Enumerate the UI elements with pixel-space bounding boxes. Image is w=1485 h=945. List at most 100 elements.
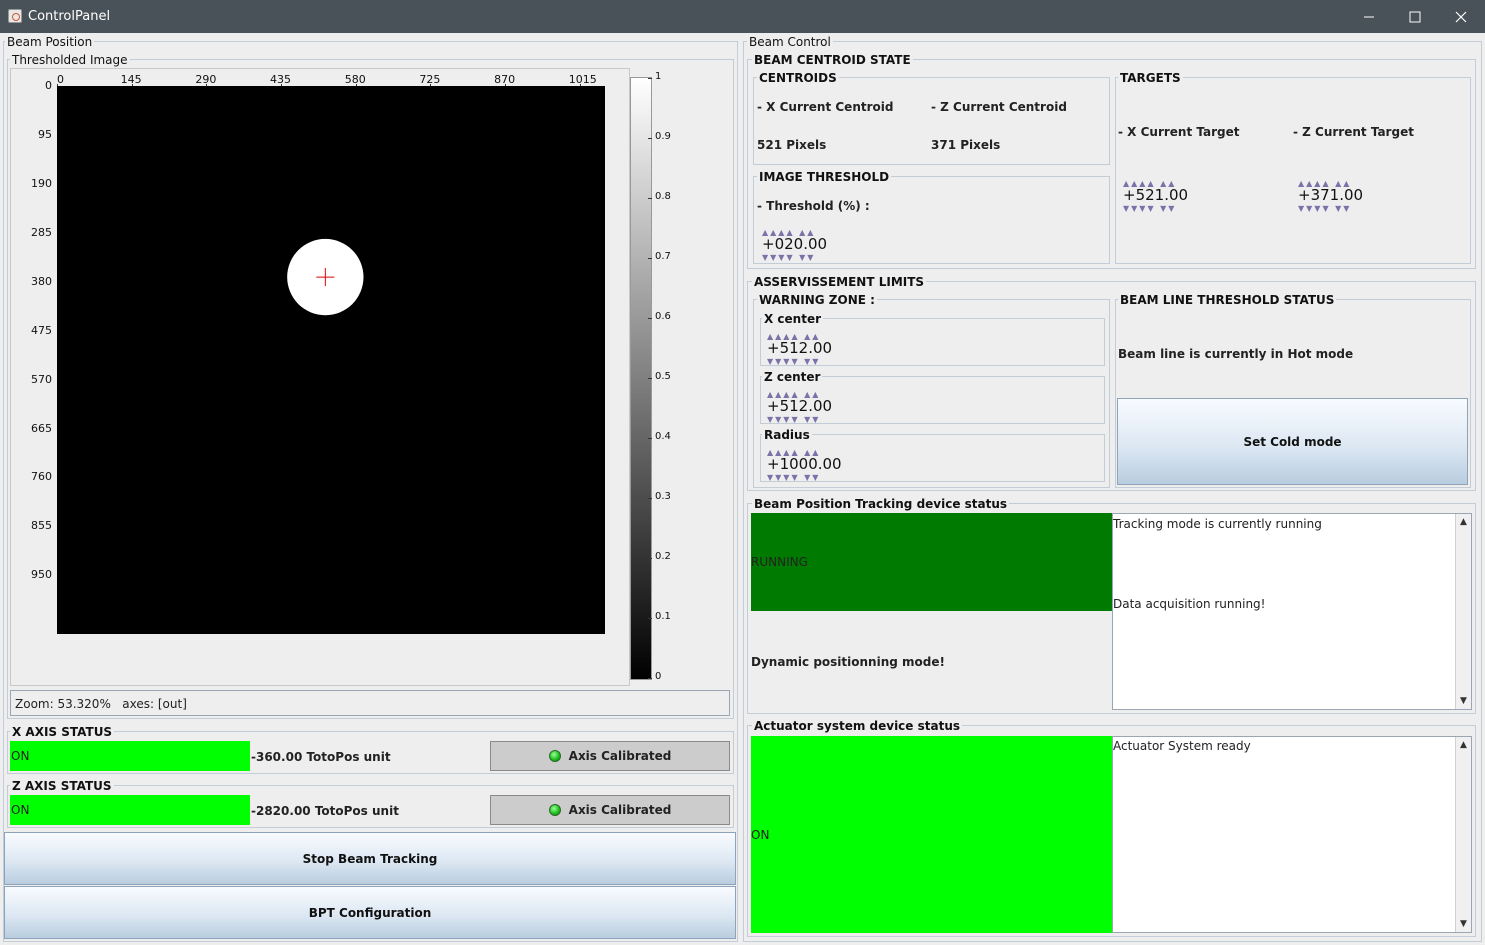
x-tick-label: 1015 xyxy=(568,73,597,86)
y-tick-label: 0 xyxy=(45,79,52,92)
colorbar-tick-mark xyxy=(648,498,652,499)
spinner-down-arrows-icon[interactable]: ▼▼▼▼ ▼▼ xyxy=(1298,205,1351,213)
scroll-down-icon[interactable]: ▼ xyxy=(1456,693,1471,709)
beam-position-title: Beam Position xyxy=(5,35,95,49)
y-tick-label: 950 xyxy=(31,568,52,582)
thresholded-image[interactable] xyxy=(57,86,605,634)
x-current-target-label: - X Current Target xyxy=(1118,125,1240,139)
colorbar-tick-label: 0.3 xyxy=(655,491,671,502)
x-current-centroid-value: 521 Pixels xyxy=(757,138,827,152)
colorbar-tick-label: 1 xyxy=(655,71,662,82)
radius-spinner[interactable]: ▲▲▲▲ ▲▲ +1000.00 ▼▼▼▼ ▼▼ xyxy=(767,449,847,482)
threshold-value[interactable]: +020.00 xyxy=(762,235,827,253)
z-axis-state-indicator: ON xyxy=(10,795,250,825)
z-target-value[interactable]: +371.00 xyxy=(1298,186,1363,204)
z-center-value[interactable]: +512.00 xyxy=(767,397,832,415)
asservissement-limits-title: ASSERVISSEMENT LIMITS xyxy=(752,275,927,289)
x-center-spinner[interactable]: ▲▲▲▲ ▲▲ +512.00 ▼▼▼▼ ▼▼ xyxy=(767,333,847,366)
y-tick-label: 95 xyxy=(38,127,52,141)
z-current-centroid-value: 371 Pixels xyxy=(931,138,1001,152)
colorbar-tick-mark xyxy=(648,138,652,139)
colorbar-tick-label: 0.4 xyxy=(655,431,671,442)
x-target-spinner[interactable]: ▲▲▲▲ ▲▲ +521.00 ▼▼▼▼ ▼▼ xyxy=(1123,180,1203,213)
tracking-log-scrollbar[interactable]: ▲ ▼ xyxy=(1455,514,1471,709)
y-tick-label: 665 xyxy=(31,421,52,435)
x-axis-state-indicator: ON xyxy=(10,741,250,771)
maximize-button[interactable] xyxy=(1392,0,1438,33)
z-axis-calibrated-button[interactable]: Axis Calibrated xyxy=(490,795,730,825)
spinner-down-arrows-icon[interactable]: ▼▼▼▼ ▼▼ xyxy=(767,358,820,366)
radius-label: Radius xyxy=(762,428,812,442)
colorbar-tick-label: 0.9 xyxy=(655,131,671,142)
x-axis-calibrated-label: Axis Calibrated xyxy=(568,749,672,763)
image-threshold-title: IMAGE THRESHOLD xyxy=(757,170,892,184)
x-axis-position: -360.00 TotoPos unit xyxy=(251,750,391,764)
tracking-log-line: Data acquisition running! xyxy=(1113,597,1266,611)
stop-beam-tracking-button[interactable]: Stop Beam Tracking xyxy=(4,832,736,885)
colorbar-tick-mark xyxy=(648,678,652,679)
spinner-down-arrows-icon[interactable]: ▼▼▼▼ ▼▼ xyxy=(767,416,820,424)
tracking-device-status-title: Beam Position Tracking device status xyxy=(752,497,1010,511)
colorbar-tick-mark xyxy=(648,258,652,259)
beam-spot-overlay xyxy=(287,238,364,316)
z-current-target-label: - Z Current Target xyxy=(1293,125,1414,139)
targets-panel xyxy=(1115,77,1471,264)
colorbar-tick-mark xyxy=(648,618,652,619)
minimize-button[interactable] xyxy=(1346,0,1392,33)
colorbar-tick-mark xyxy=(648,558,652,559)
scroll-up-icon[interactable]: ▲ xyxy=(1456,514,1471,530)
thresholded-image-title: Thresholded Image xyxy=(10,53,130,67)
tracking-state-text: RUNNING xyxy=(751,555,808,569)
minimize-icon xyxy=(1364,16,1374,17)
z-target-spinner[interactable]: ▲▲▲▲ ▲▲ +371.00 ▼▼▼▼ ▼▼ xyxy=(1298,180,1378,213)
colorbar-tick-label: 0.5 xyxy=(655,371,671,382)
z-axis-state-text: ON xyxy=(11,803,30,817)
radius-value[interactable]: +1000.00 xyxy=(767,455,842,473)
tracking-mode-text: Dynamic positionning mode! xyxy=(751,655,945,669)
spinner-down-arrows-icon[interactable]: ▼▼▼▼ ▼▼ xyxy=(762,254,815,262)
tracking-state-indicator: RUNNING xyxy=(751,513,1112,611)
close-icon xyxy=(1455,11,1467,22)
x-center-value[interactable]: +512.00 xyxy=(767,339,832,357)
bpt-configuration-label: BPT Configuration xyxy=(308,905,432,920)
y-tick-label: 760 xyxy=(31,470,52,484)
window-titlebar: ControlPanel xyxy=(0,0,1485,33)
actuator-log-scrollbar[interactable]: ▲ ▼ xyxy=(1455,737,1471,932)
colorbar-tick-label: 0.2 xyxy=(655,551,671,562)
x-center-label: X center xyxy=(762,312,824,326)
colorbar-tick-label: 0.6 xyxy=(655,311,671,322)
actuator-state-text: ON xyxy=(751,828,770,842)
x-axis-calibrated-button[interactable]: Axis Calibrated xyxy=(490,741,730,771)
colorbar-tick-mark xyxy=(648,318,652,319)
close-button[interactable] xyxy=(1438,0,1484,33)
tracking-log-line: Tracking mode is currently running xyxy=(1113,517,1322,531)
z-center-spinner[interactable]: ▲▲▲▲ ▲▲ +512.00 ▼▼▼▼ ▼▼ xyxy=(767,391,847,424)
zoom-status-box: Zoom: 53.320% axes: [out] xyxy=(10,690,730,716)
scroll-up-icon[interactable]: ▲ xyxy=(1456,737,1471,753)
actuator-device-status-title: Actuator system device status xyxy=(752,719,963,733)
threshold-spinner[interactable]: ▲▲▲▲ ▲▲ +020.00 ▼▼▼▼ ▼▼ xyxy=(762,229,842,262)
set-cold-mode-button[interactable]: Set Cold mode xyxy=(1117,398,1468,485)
spinner-down-arrows-icon[interactable]: ▼▼▼▼ ▼▼ xyxy=(1123,205,1176,213)
colorbar-tick-label: 0.7 xyxy=(655,251,671,262)
scroll-down-icon[interactable]: ▼ xyxy=(1456,916,1471,932)
y-tick-label: 190 xyxy=(31,176,52,190)
window-title: ControlPanel xyxy=(28,9,111,24)
z-axis-calibrated-label: Axis Calibrated xyxy=(568,803,672,817)
y-tick-label: 570 xyxy=(31,372,52,386)
java-app-icon xyxy=(8,9,22,23)
bpt-configuration-button[interactable]: BPT Configuration xyxy=(4,886,736,939)
z-axis-status-title: Z AXIS STATUS xyxy=(10,779,114,793)
y-tick-label: 855 xyxy=(31,519,52,533)
tracking-log-textarea[interactable]: Tracking mode is currently running Data … xyxy=(1112,513,1472,710)
x-target-value[interactable]: +521.00 xyxy=(1123,186,1188,204)
y-tick-label: 475 xyxy=(31,323,52,337)
beam-line-status-text: Beam line is currently in Hot mode xyxy=(1118,347,1354,361)
maximize-icon xyxy=(1409,11,1421,22)
spinner-down-arrows-icon[interactable]: ▼▼▼▼ ▼▼ xyxy=(767,474,820,482)
z-current-centroid-label: - Z Current Centroid xyxy=(931,100,1067,114)
colorbar-tick-label: 0 xyxy=(655,671,662,682)
actuator-log-textarea[interactable]: Actuator System ready ▲ ▼ xyxy=(1112,736,1472,933)
actuator-log-line: Actuator System ready xyxy=(1113,739,1251,753)
colorbar-tick-mark xyxy=(648,198,652,199)
